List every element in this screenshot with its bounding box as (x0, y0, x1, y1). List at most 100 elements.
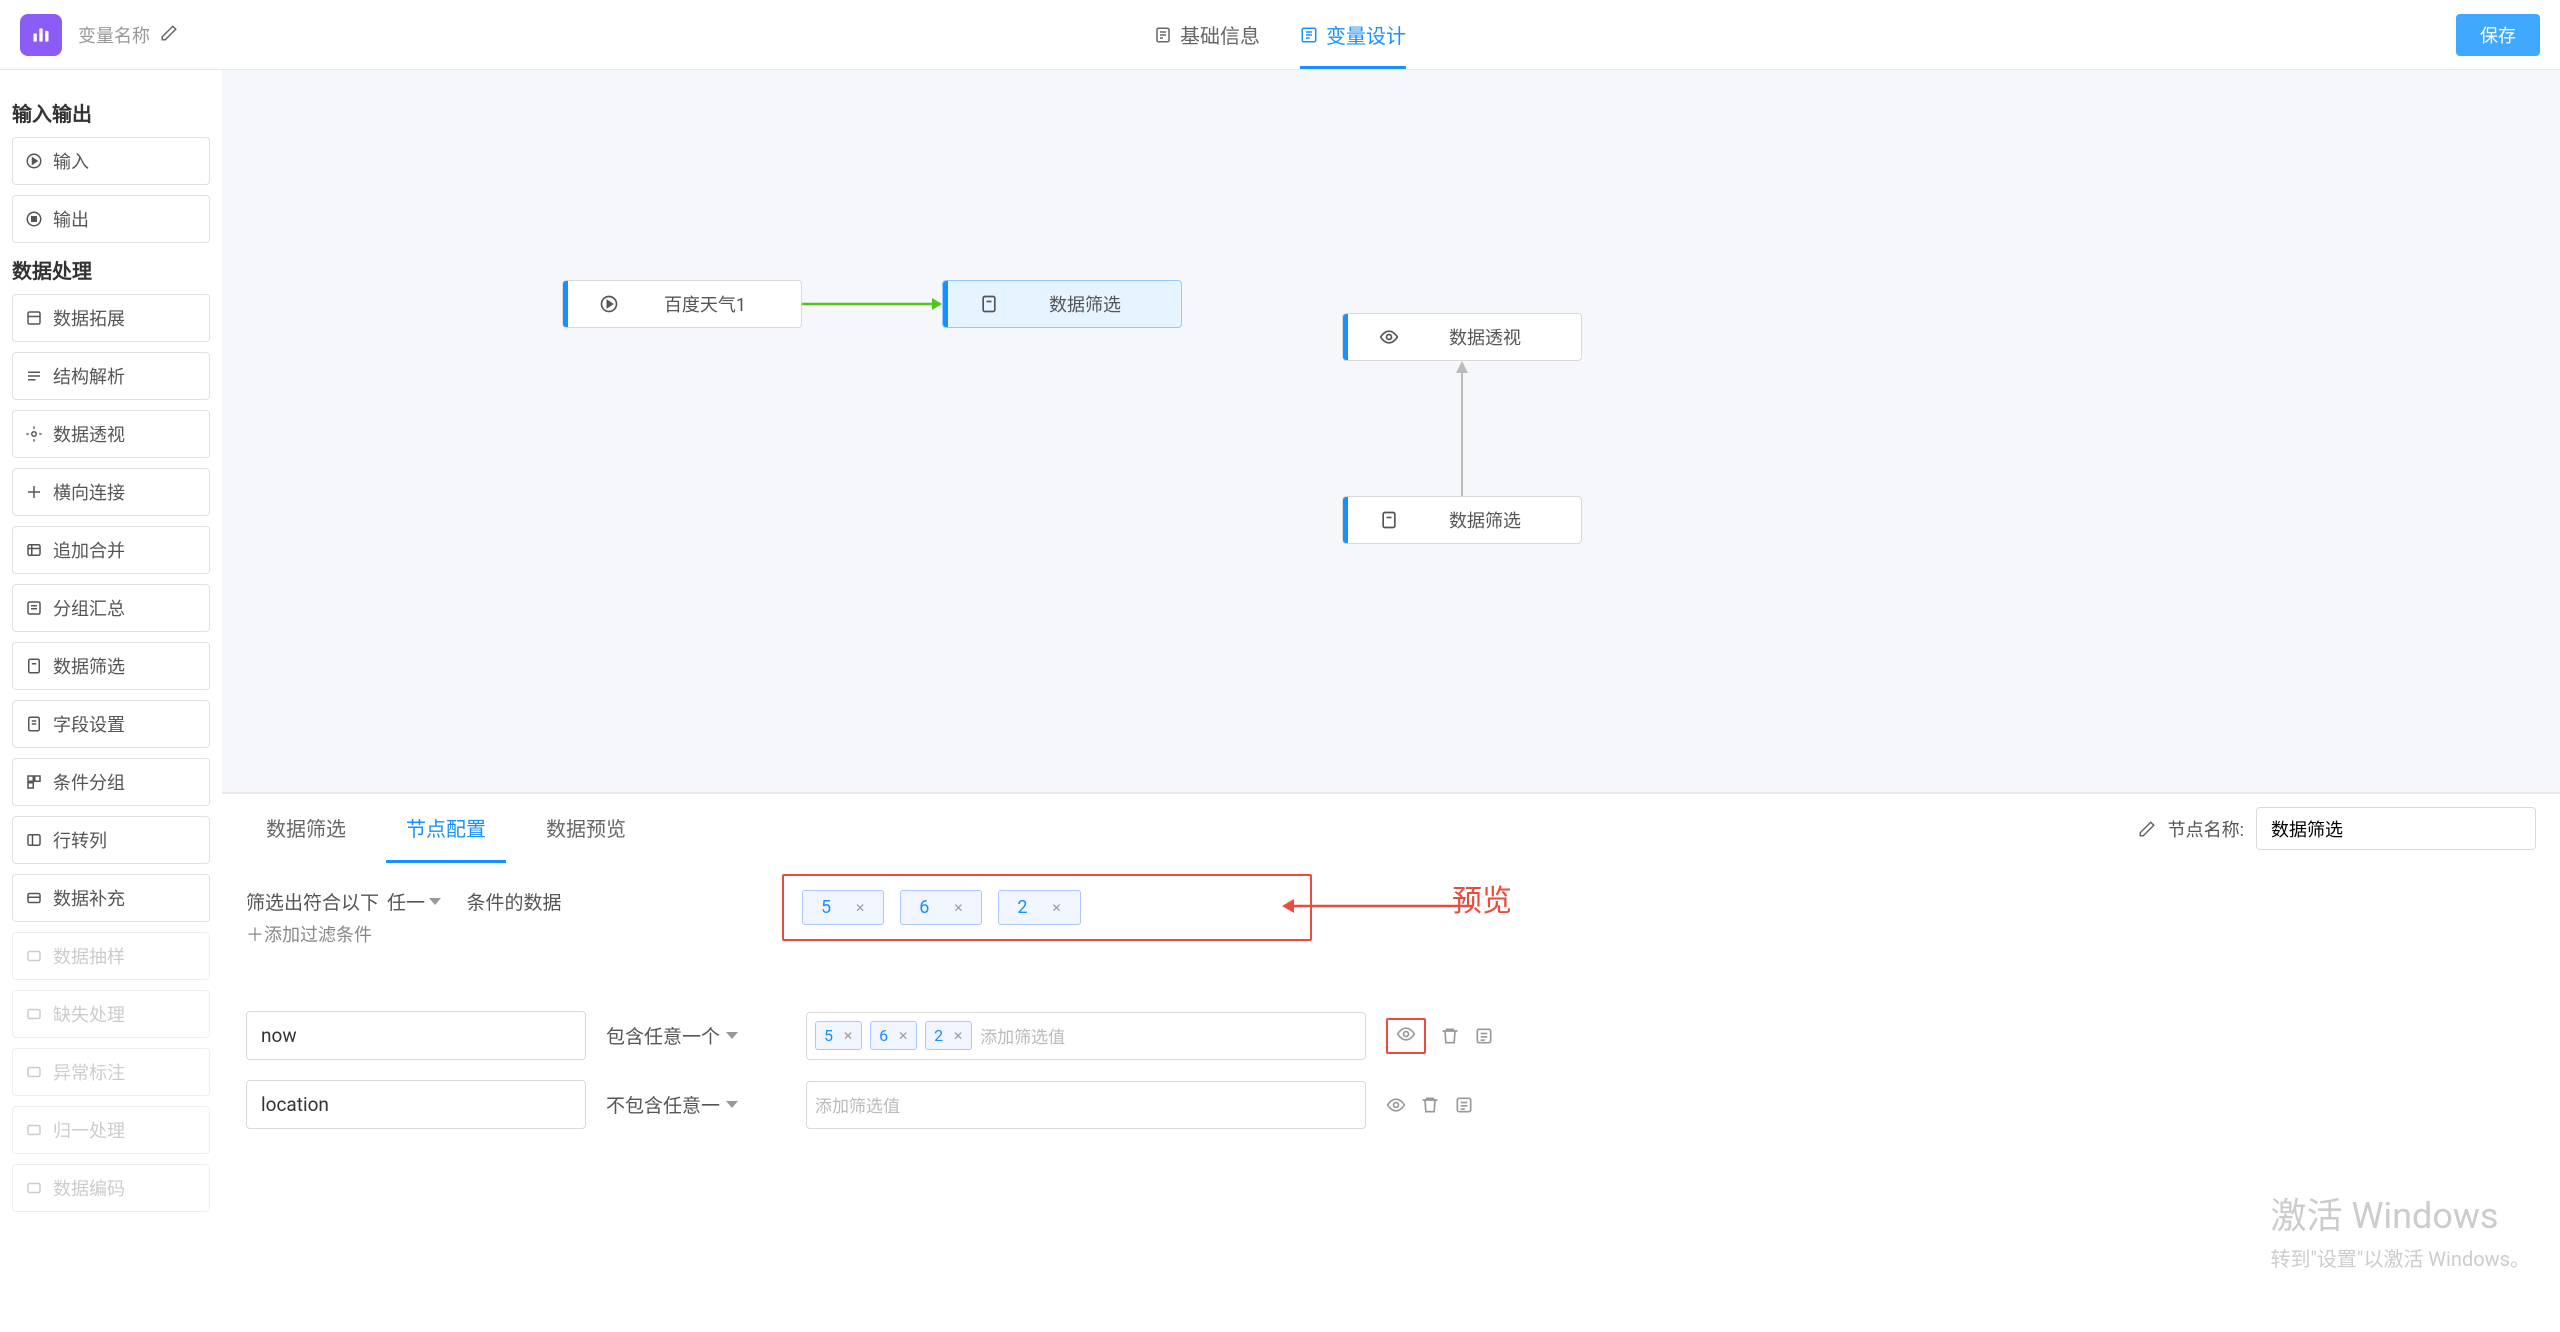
page-title: 变量名称 (78, 22, 150, 48)
node-label: 数据透视 (1419, 324, 1581, 350)
flow-node-filter2[interactable]: 数据筛选 (1342, 496, 1582, 544)
node-label: 数据筛选 (1019, 291, 1181, 317)
header: 变量名称 基础信息 变量设计 保存 (0, 0, 2560, 70)
value-tag: 6✕ (870, 1021, 917, 1050)
sidebar-item-normalize: 归一处理 (12, 1106, 210, 1154)
flow-node-pivot[interactable]: 数据透视 (1342, 313, 1582, 361)
tag-close-icon[interactable]: ✕ (843, 1029, 853, 1043)
sidebar-item-data-extend[interactable]: 数据拓展 (12, 294, 210, 342)
sidebar-item-label: 数据抽样 (53, 943, 125, 969)
flow-node-source[interactable]: 百度天气1 (562, 280, 802, 328)
sidebar-item-label: 追加合并 (53, 537, 125, 563)
file-icon (979, 294, 999, 314)
sidebar-item-label: 数据透视 (53, 421, 125, 447)
sidebar-item-label: 条件分组 (53, 769, 125, 795)
sidebar-item-label: 数据拓展 (53, 305, 125, 331)
panel-right: 节点名称: (2138, 807, 2536, 850)
filter-mode: 任一 (387, 888, 425, 915)
delete-icon[interactable] (1420, 1095, 1440, 1115)
preview-tag: 5✕ (802, 890, 884, 925)
value-tag: 5✕ (815, 1021, 862, 1050)
flow-node-filter-selected[interactable]: 数据筛选 (942, 280, 1182, 328)
tag-close-icon[interactable]: ✕ (898, 1029, 908, 1043)
sidebar-item-condgroup[interactable]: 条件分组 (12, 758, 210, 806)
sidebar-item-input[interactable]: 输入 (12, 137, 210, 185)
preview-popup: 5✕ 6✕ 2✕ (782, 874, 1312, 941)
values-placeholder: 添加筛选值 (815, 1092, 900, 1117)
content: 百度天气1 数据筛选 数据透视 (222, 70, 2560, 1332)
sidebar-item-label: 缺失处理 (53, 1001, 125, 1027)
sidebar-item-label: 数据编码 (53, 1175, 125, 1201)
tag-close-icon[interactable]: ✕ (1052, 901, 1062, 915)
preview-tag: 6✕ (900, 890, 982, 925)
sidebar-item-append[interactable]: 追加合并 (12, 526, 210, 574)
flow-edge-vertical (1452, 361, 1472, 496)
sidebar-item-label: 归一处理 (53, 1117, 125, 1143)
preview-toggle-icon[interactable] (1386, 1095, 1406, 1115)
sidebar-item-anomaly: 异常标注 (12, 1048, 210, 1096)
sidebar-item-label: 输出 (53, 206, 89, 232)
sidebar-item-structure-parse[interactable]: 结构解析 (12, 352, 210, 400)
list-icon[interactable] (1454, 1095, 1474, 1115)
sidebar-item-missing: 缺失处理 (12, 990, 210, 1038)
condition-row: now 包含任意一个 5✕ 6✕ 2✕ 添加筛选值 (246, 1011, 2536, 1060)
tag-close-icon[interactable]: ✕ (855, 901, 865, 915)
flow-canvas[interactable]: 百度天气1 数据筛选 数据透视 (222, 70, 2560, 792)
watermark-sub: 转到"设置"以激活 Windows。 (2271, 1243, 2530, 1272)
bottom-panel: 数据筛选 节点配置 数据预览 节点名称: 筛选出符合以下 任一 (222, 792, 2560, 1332)
sidebar-item-pivot[interactable]: 数据透视 (12, 410, 210, 458)
sidebar-item-filter[interactable]: 数据筛选 (12, 642, 210, 690)
panel-tab-filter[interactable]: 数据筛选 (246, 794, 366, 863)
preview-tag: 2✕ (998, 890, 1080, 925)
tag-close-icon[interactable]: ✕ (953, 901, 963, 915)
values-placeholder: 添加筛选值 (980, 1023, 1065, 1048)
sidebar-item-groupby[interactable]: 分组汇总 (12, 584, 210, 632)
sidebar-item-label: 数据补充 (53, 885, 125, 911)
app-logo (20, 14, 62, 56)
chevron-down-icon (429, 898, 441, 905)
panel-tab-config[interactable]: 节点配置 (386, 794, 506, 863)
value-tag: 2✕ (925, 1021, 972, 1050)
panel-body: 筛选出符合以下 任一 条件的数据 ＋添加过滤条件 5✕ 6✕ 2✕ (222, 864, 2560, 1332)
sidebar-item-label: 字段设置 (53, 711, 125, 737)
save-button[interactable]: 保存 (2456, 14, 2540, 56)
node-name-input[interactable] (2256, 807, 2536, 850)
edit-icon[interactable] (2138, 820, 2156, 838)
node-label: 数据筛选 (1419, 507, 1581, 533)
header-tabs: 基础信息 变量设计 (1154, 0, 1406, 69)
tab-basic-info[interactable]: 基础信息 (1154, 0, 1260, 69)
list-icon[interactable] (1474, 1026, 1494, 1046)
sidebar-item-label: 异常标注 (53, 1059, 125, 1085)
field-select[interactable]: now (246, 1011, 586, 1060)
operator-select[interactable]: 包含任意一个 (606, 1022, 786, 1049)
preview-toggle-icon[interactable] (1386, 1018, 1426, 1054)
node-label: 百度天气1 (639, 291, 801, 317)
field-select[interactable]: location (246, 1080, 586, 1129)
sidebar-item-fields[interactable]: 字段设置 (12, 700, 210, 748)
values-input[interactable]: 5✕ 6✕ 2✕ 添加筛选值 (806, 1012, 1366, 1060)
sidebar-item-rowtocol[interactable]: 行转列 (12, 816, 210, 864)
sidebar-item-hjoin[interactable]: 横向连接 (12, 468, 210, 516)
tab-variable-design[interactable]: 变量设计 (1300, 0, 1406, 69)
panel-tab-preview[interactable]: 数据预览 (526, 794, 646, 863)
tag-close-icon[interactable]: ✕ (953, 1029, 963, 1043)
chevron-down-icon (726, 1032, 738, 1039)
windows-watermark: 激活 Windows 转到"设置"以激活 Windows。 (2271, 1187, 2530, 1272)
annotation-label: 预览 (1452, 876, 1512, 920)
panel-tabs: 数据筛选 节点配置 数据预览 节点名称: (222, 794, 2560, 864)
main: 输入输出 输入 输出 数据处理 数据拓展 结构解析 数据透视 横向连接 追加合并… (0, 70, 2560, 1332)
sidebar-item-output[interactable]: 输出 (12, 195, 210, 243)
edit-title-icon[interactable] (160, 24, 178, 46)
delete-icon[interactable] (1440, 1026, 1460, 1046)
row-actions (1386, 1018, 1494, 1054)
play-icon (599, 294, 619, 314)
add-condition-button[interactable]: ＋添加过滤条件 (246, 921, 372, 947)
operator-select[interactable]: 不包含任意一 (606, 1091, 786, 1118)
sidebar-item-datafill[interactable]: 数据补充 (12, 874, 210, 922)
sidebar-item-label: 数据筛选 (53, 653, 125, 679)
filter-mode-select[interactable]: 任一 (387, 888, 441, 915)
sidebar-section-processing: 数据处理 (12, 255, 210, 284)
sidebar-item-label: 结构解析 (53, 363, 125, 389)
sidebar-item-encode: 数据编码 (12, 1164, 210, 1212)
values-input[interactable]: 添加筛选值 (806, 1081, 1366, 1129)
